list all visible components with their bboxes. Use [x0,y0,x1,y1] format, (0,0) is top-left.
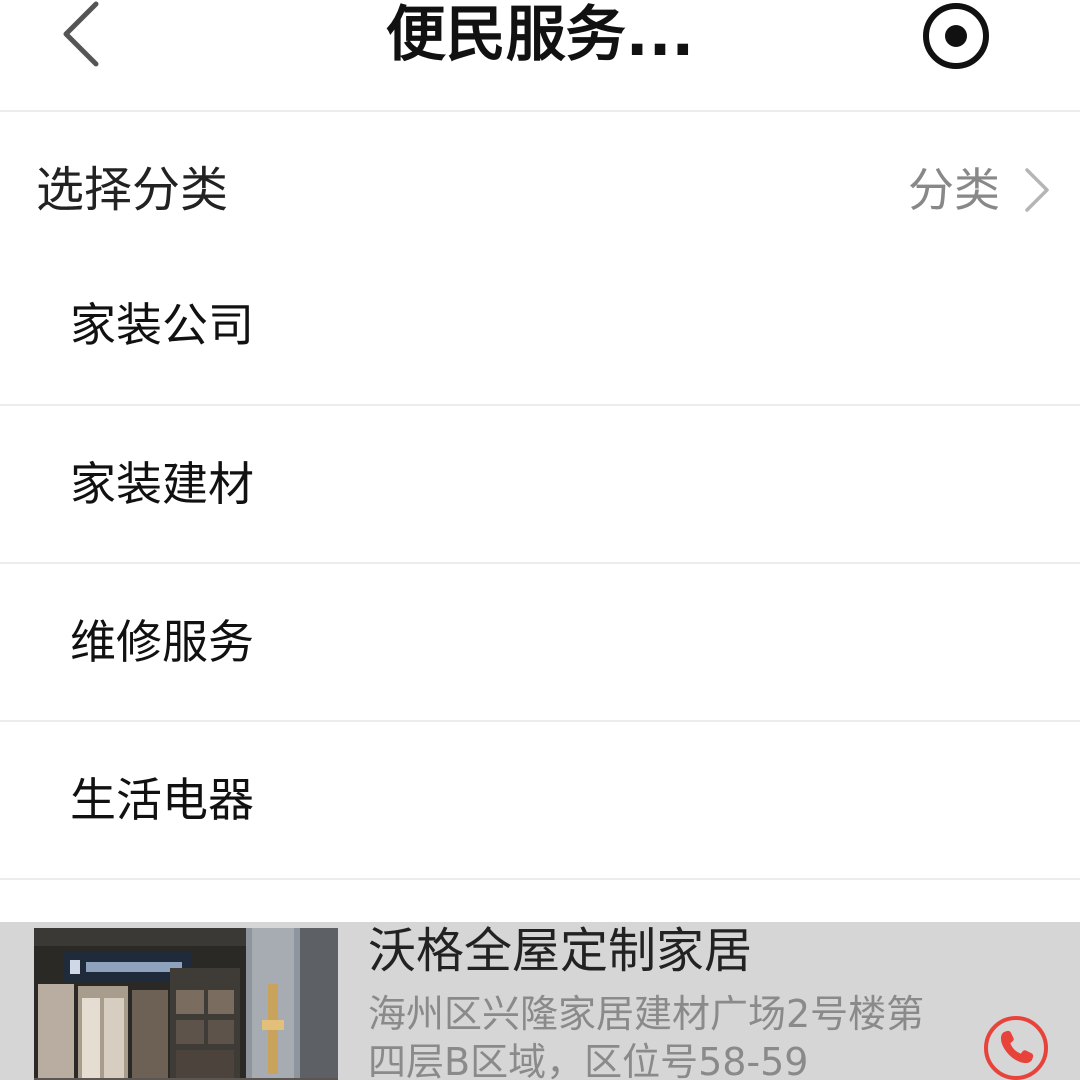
list-item-label: 家装建材 [70,457,254,511]
category-link-label: 分类 [908,163,1000,217]
category-link[interactable]: 分类 [908,160,1052,220]
shop-card[interactable]: 沃格全屋定制家居 海州区兴隆家居建材广场2号楼第四层B区域，区位号58-59 [0,922,1080,1080]
chevron-left-icon[interactable] [50,0,120,70]
shop-photo [34,928,338,1080]
list-item[interactable]: 生活电器 [0,722,1080,880]
top-bar: 便民服务... [0,0,1080,112]
list-item-label: 生活电器 [70,773,254,827]
list-item[interactable]: 家装建材 [0,406,1080,564]
category-selector: 选择分类 分类 [0,112,1080,262]
shop-name: 沃格全屋定制家居 [368,923,753,979]
category-list: 家装公司 家装建材 维修服务 生活电器 [0,246,1080,880]
category-title: 选择分类 [36,162,229,218]
page-title: 便民服务... [385,0,695,70]
list-item[interactable]: 维修服务 [0,564,1080,722]
record-target-icon[interactable] [918,0,994,74]
list-item[interactable]: 家装公司 [0,246,1080,406]
list-item-label: 家装公司 [70,298,254,352]
phone-icon[interactable] [982,1014,1050,1080]
list-item-label: 维修服务 [70,615,254,669]
chevron-right-icon [1025,168,1049,212]
shop-address: 海州区兴隆家居建材广场2号楼第四层B区域，区位号58-59 [368,992,925,1080]
